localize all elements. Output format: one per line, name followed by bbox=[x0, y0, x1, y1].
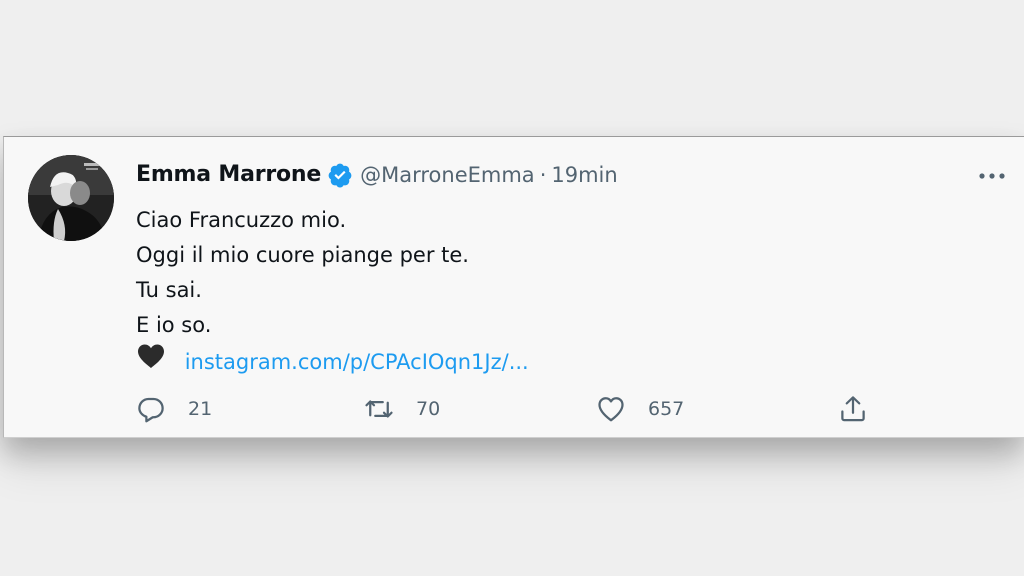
reply-icon bbox=[136, 394, 166, 424]
reply-button[interactable]: 21 bbox=[136, 393, 212, 425]
retweet-button[interactable]: 70 bbox=[364, 393, 440, 425]
tweet-header: Emma Marrone @MarroneEmma · 19min bbox=[136, 159, 618, 191]
tweet-line-1: Ciao Francuzzo mio. bbox=[136, 208, 347, 232]
tweet-actions: 21 70 657 bbox=[136, 393, 896, 425]
retweet-icon bbox=[364, 394, 394, 424]
tweet-line-4: E io so. bbox=[136, 313, 212, 337]
share-icon bbox=[838, 394, 868, 424]
like-heart-icon bbox=[596, 394, 626, 424]
tweet-line-3: Tu sai. bbox=[136, 278, 202, 302]
reply-count: 21 bbox=[188, 398, 213, 420]
instagram-link[interactable]: instagram.com/p/CPAcIOqn1Jz/... bbox=[185, 350, 529, 374]
share-button[interactable] bbox=[838, 393, 868, 425]
tweet-text: Ciao Francuzzo mio. Oggi il mio cuore pi… bbox=[136, 203, 529, 380]
display-name[interactable]: Emma Marrone bbox=[136, 159, 321, 191]
avatar[interactable] bbox=[28, 155, 114, 241]
black-heart-emoji bbox=[136, 343, 166, 369]
tweet-link-line: instagram.com/p/CPAcIOqn1Jz/... bbox=[136, 343, 529, 380]
like-count: 657 bbox=[648, 398, 685, 420]
user-handle[interactable]: @MarroneEmma bbox=[360, 159, 535, 191]
more-horizontal-icon[interactable] bbox=[978, 167, 1006, 179]
like-button[interactable]: 657 bbox=[596, 393, 684, 425]
tweet-card[interactable]: Emma Marrone @MarroneEmma · 19min Ciao F… bbox=[3, 136, 1024, 438]
retweet-count: 70 bbox=[416, 398, 441, 420]
timestamp[interactable]: 19min bbox=[551, 159, 617, 191]
profile-photo bbox=[28, 155, 114, 241]
verified-badge-icon bbox=[327, 162, 353, 188]
separator-dot: · bbox=[539, 163, 547, 187]
tweet-line-2: Oggi il mio cuore piange per te. bbox=[136, 243, 469, 267]
